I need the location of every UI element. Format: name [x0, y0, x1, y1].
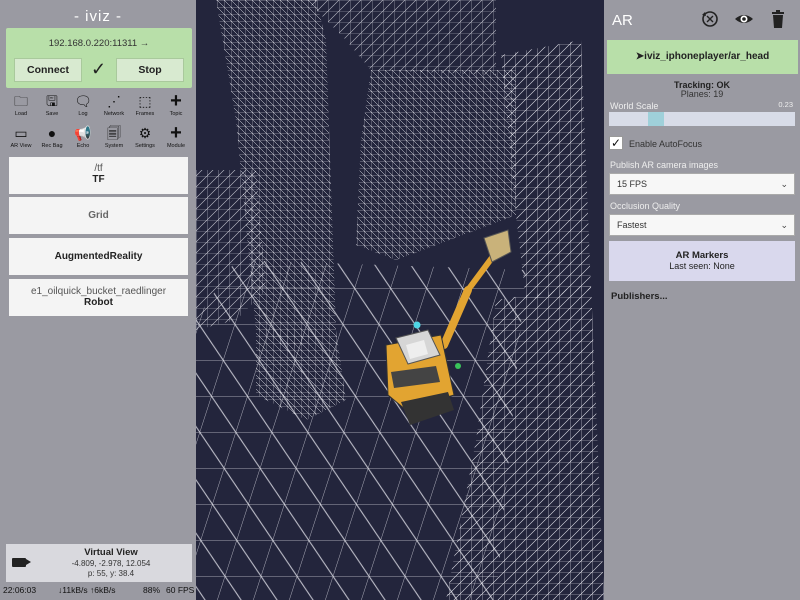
save-button[interactable]: 🖫 Save — [37, 92, 67, 120]
virtual-view-orientation: p: 55, y: 38.4 — [87, 569, 135, 578]
bandwidth: ↓11kB/s ↑6kB/s — [58, 585, 116, 595]
world-scale-slider[interactable] — [609, 112, 795, 126]
planes-count: Planes: 19 — [680, 89, 724, 99]
occlusion-label: Occlusion Quality — [610, 201, 681, 211]
reset-icon[interactable] — [700, 9, 720, 29]
log-icon: 🗨 — [74, 93, 92, 109]
connection-panel: 192.168.0.220:11311 → Connect ✓ Stop — [6, 28, 192, 88]
module-tf[interactable]: /tf TF — [9, 157, 188, 194]
connect-button[interactable]: Connect — [14, 58, 82, 82]
save-icon: 🖫 — [46, 93, 58, 109]
3d-viewport[interactable] — [196, 0, 604, 600]
left-panel: - iviz - 192.168.0.220:11311 → Connect ✓… — [0, 0, 196, 600]
publish-fps-select[interactable]: 15 FPS ⌄ — [609, 173, 795, 195]
module-robot[interactable]: e1_oilquick_bucket_raedlinger Robot — [9, 279, 188, 316]
topic-button[interactable]: ➤iviz_iphoneplayer/ar_head — [607, 40, 798, 74]
ar-view-button[interactable]: ▭ AR View — [6, 124, 36, 152]
plus-icon: + — [170, 90, 182, 112]
clock: 22:06:03 — [3, 585, 37, 595]
master-uri[interactable]: 192.168.0.220:11311 → — [6, 38, 192, 49]
occlusion-select[interactable]: Fastest ⌄ — [609, 214, 795, 236]
toolbar-top: 🗀 Load 🖫 Save 🗨 Log ⋰ Network ⬚ Frames + Topic — [6, 90, 192, 120]
frames-icon: ⬚ — [138, 93, 152, 109]
add-module-button[interactable]: + Module — [161, 122, 191, 152]
chevron-down-icon: ⌄ — [780, 220, 788, 230]
eye-icon[interactable] — [734, 9, 754, 29]
autofocus-label: Enable AutoFocus — [629, 139, 703, 149]
battery: 88% — [143, 585, 161, 595]
settings-button[interactable]: ⚙ Settings — [130, 124, 160, 152]
world-scale-value: 0.23 — [778, 100, 793, 109]
camera-icon — [12, 558, 31, 567]
ar-panel: AR ➤iviz_iphoneplayer/ar_head Tracking: … — [604, 0, 800, 600]
echo-button[interactable]: 📢 Echo — [68, 124, 98, 152]
wall-mesh-upper — [306, 0, 496, 75]
stop-button[interactable]: Stop — [116, 58, 184, 82]
chevron-down-icon: ⌄ — [780, 179, 788, 189]
system-button[interactable]: 🗐 System — [99, 124, 129, 152]
network-icon: ⋰ — [107, 93, 121, 109]
network-button[interactable]: ⋰ Network — [99, 92, 129, 120]
load-button[interactable]: 🗀 Load — [6, 92, 36, 120]
module-augmented-reality[interactable]: AugmentedReality — [9, 238, 188, 275]
app-title: - iviz - — [74, 8, 122, 25]
module-grid[interactable]: Grid — [9, 197, 188, 234]
virtual-view-title: Virtual View — [84, 547, 138, 558]
autofocus-checkbox[interactable]: ✓ — [609, 136, 623, 150]
panel-title: AR — [612, 12, 633, 29]
slider-thumb[interactable] — [648, 112, 664, 126]
ar-markers-button[interactable]: AR Markers Last seen: None — [609, 241, 795, 281]
toolbar-bottom: ▭ AR View ● Rec Bag 📢 Echo 🗐 System ⚙ Setting… — [6, 122, 192, 152]
virtual-view-position: -4.809, -2.978, 12.054 — [71, 559, 151, 568]
fps-counter: 60 FPS — [166, 585, 195, 595]
plus-icon: + — [170, 122, 182, 144]
scene-canvas[interactable] — [196, 0, 604, 600]
publish-label: Publish AR camera images — [610, 160, 719, 170]
add-topic-button[interactable]: + Topic — [161, 90, 191, 120]
status-bar: 22:06:03 ↓11kB/s ↑6kB/s 88% 60 FPS — [0, 584, 196, 600]
record-icon: ● — [47, 125, 57, 141]
log-button[interactable]: 🗨 Log — [68, 92, 98, 120]
trash-icon[interactable] — [768, 9, 788, 29]
folder-icon: 🗀 — [14, 93, 28, 109]
publishers-link[interactable]: Publishers... — [611, 291, 668, 302]
system-icon: 🗐 — [107, 125, 121, 141]
wall-mesh-center — [356, 70, 516, 260]
rec-bag-button[interactable]: ● Rec Bag — [37, 124, 67, 152]
frames-button[interactable]: ⬚ Frames — [130, 92, 160, 120]
gear-icon: ⚙ — [138, 125, 152, 141]
virtual-view-panel[interactable]: Virtual View -4.809, -2.978, 12.054 p: 5… — [6, 544, 192, 582]
megaphone-icon: 📢 — [74, 125, 92, 141]
check-icon: ✓ — [91, 59, 107, 79]
world-scale-label: World Scale — [610, 101, 659, 111]
ar-view-icon: ▭ — [14, 125, 28, 141]
wall-mesh-right-box — [501, 40, 591, 300]
